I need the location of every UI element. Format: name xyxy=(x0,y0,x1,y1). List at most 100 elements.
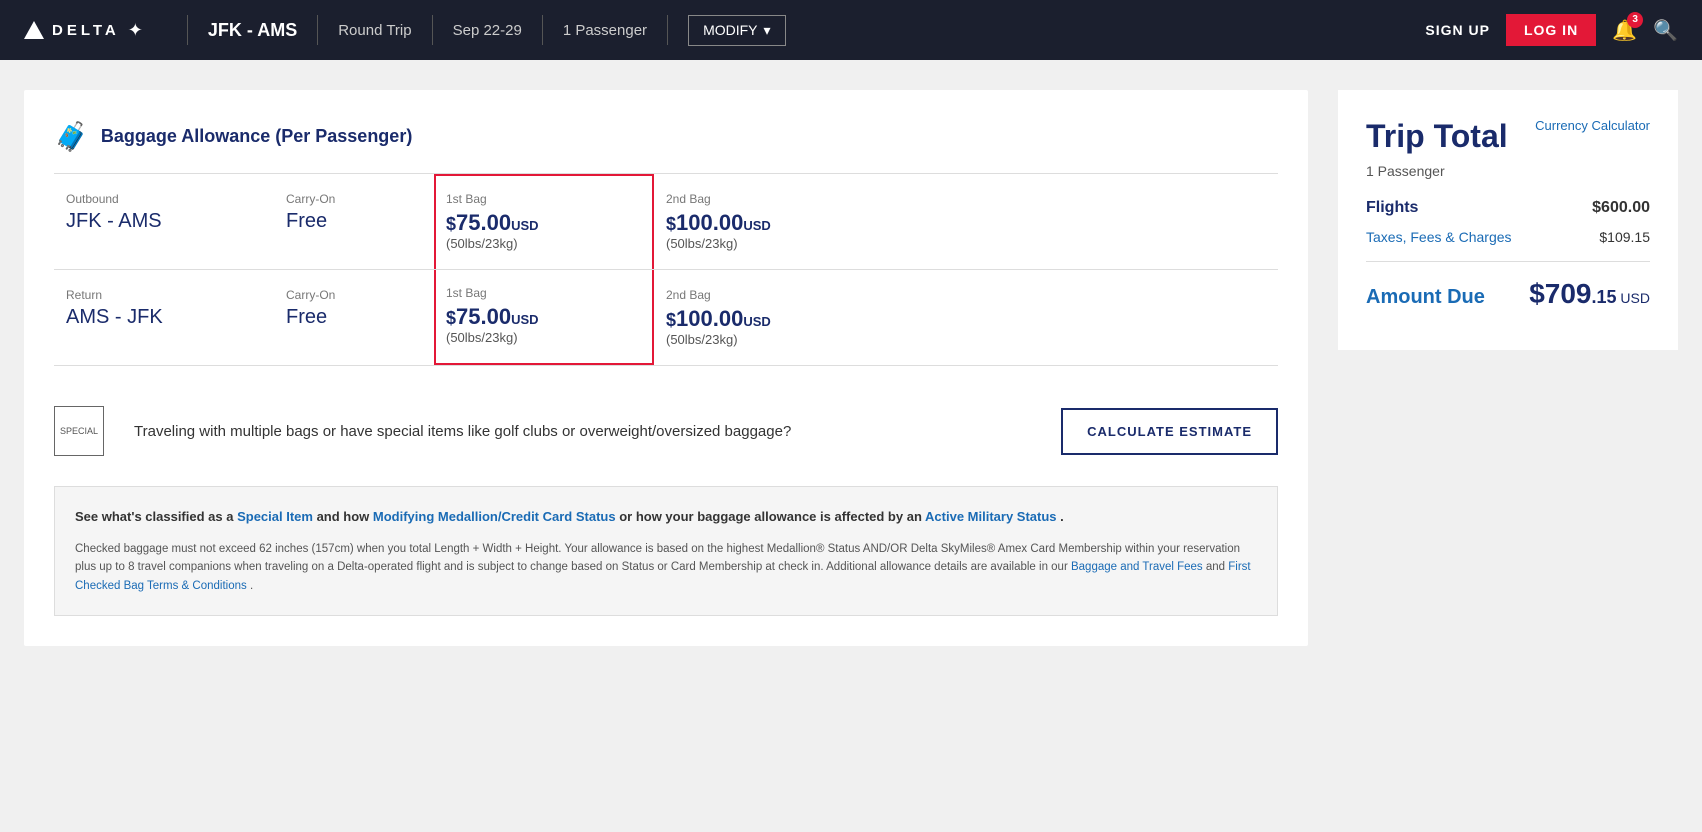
calculate-section: SPECIAL Traveling with multiple bags or … xyxy=(54,396,1278,456)
return-label: Return xyxy=(66,288,262,302)
amount-due-main: $709 xyxy=(1529,278,1591,309)
military-status-link[interactable]: Active Military Status xyxy=(925,509,1057,524)
return-route-name: AMS - JFK xyxy=(66,306,262,329)
info-box-body: Checked baggage must not exceed 62 inche… xyxy=(75,540,1257,595)
modify-button-label: MODIFY xyxy=(703,22,757,38)
price-main-r2: 100.00 xyxy=(676,306,743,331)
delta-logo[interactable]: DELTA ✦ xyxy=(24,20,143,41)
main-layout: 🧳 Baggage Allowance (Per Passenger) Outb… xyxy=(0,60,1702,676)
return-first-bag-price: $75.00USD xyxy=(446,304,642,330)
header-divider-3 xyxy=(432,15,433,45)
price-symbol-r: $ xyxy=(446,308,456,328)
trip-total-header: Trip Total Currency Calculator xyxy=(1366,118,1650,155)
trip-total-title: Trip Total xyxy=(1366,118,1508,155)
price-main-r: 75.00 xyxy=(456,304,511,329)
modify-chevron-icon: ▾ xyxy=(764,22,771,39)
return-row: Return AMS - JFK Carry-On Free 1st Bag $… xyxy=(54,270,1278,365)
search-icon[interactable]: 🔍 xyxy=(1653,18,1678,43)
fees-row: Taxes, Fees & Charges $109.15 xyxy=(1366,229,1650,245)
outbound-carryon-value: Free xyxy=(286,210,422,233)
amount-due-currency: USD xyxy=(1617,290,1650,306)
left-panel: 🧳 Baggage Allowance (Per Passenger) Outb… xyxy=(24,90,1308,646)
price-main: 75.00 xyxy=(456,210,511,235)
amount-due-cents: .15 xyxy=(1592,287,1617,307)
fees-value: $109.15 xyxy=(1599,229,1650,245)
header-trip-type: Round Trip xyxy=(338,22,411,39)
trip-total-box: Trip Total Currency Calculator 1 Passeng… xyxy=(1338,90,1678,350)
info-box-top: See what's classified as a Special Item … xyxy=(75,507,1257,528)
return-first-bag-cell: 1st Bag $75.00USD (50lbs/23kg) xyxy=(434,270,654,365)
delta-triangle-icon xyxy=(24,21,44,39)
header-divider-5 xyxy=(667,15,668,45)
trip-passengers: 1 Passenger xyxy=(1366,163,1650,179)
outbound-label: Outbound xyxy=(66,192,262,206)
return-second-bag-label: 2nd Bag xyxy=(666,288,862,302)
baggage-grid: Outbound JFK - AMS Carry-On Free 1st Bag… xyxy=(54,173,1278,366)
fees-label: Taxes, Fees & Charges xyxy=(1366,229,1512,245)
return-carryon-cell: Carry-On Free xyxy=(274,270,434,365)
modify-button[interactable]: MODIFY ▾ xyxy=(688,15,785,46)
return-second-bag-cell: 2nd Bag $100.00USD (50lbs/23kg) xyxy=(654,270,874,365)
flights-label: Flights xyxy=(1366,199,1418,217)
price-symbol: $ xyxy=(446,214,456,234)
currency-calculator-link[interactable]: Currency Calculator xyxy=(1535,118,1650,133)
logo-circle-icon: ✦ xyxy=(128,20,143,41)
price-usd-2: USD xyxy=(743,218,770,233)
header-route: JFK - AMS xyxy=(208,20,297,41)
header-divider-1 xyxy=(187,15,188,45)
outbound-row: Outbound JFK - AMS Carry-On Free 1st Bag… xyxy=(54,174,1278,270)
flights-value: $600.00 xyxy=(1592,199,1650,217)
header-divider-4 xyxy=(542,15,543,45)
amount-due-value: $709.15 USD xyxy=(1529,278,1650,310)
header-divider-2 xyxy=(317,15,318,45)
signup-button[interactable]: SIGN UP xyxy=(1425,22,1490,38)
return-route-cell: Return AMS - JFK xyxy=(54,270,274,365)
price-symbol-2: $ xyxy=(666,214,676,234)
right-panel: Trip Total Currency Calculator 1 Passeng… xyxy=(1338,90,1678,646)
header-passengers: 1 Passenger xyxy=(563,22,647,39)
calculate-estimate-button[interactable]: CALCULATE ESTIMATE xyxy=(1061,408,1278,455)
trip-divider xyxy=(1366,261,1650,262)
outbound-first-bag-weight: (50lbs/23kg) xyxy=(446,236,642,251)
return-carryon-label: Carry-On xyxy=(286,288,422,302)
return-carryon-value: Free xyxy=(286,306,422,329)
medallion-link[interactable]: Modifying Medallion/Credit Card Status xyxy=(373,509,616,524)
amount-due-label: Amount Due xyxy=(1366,286,1485,309)
special-item-link[interactable]: Special Item xyxy=(237,509,313,524)
return-second-bag-weight: (50lbs/23kg) xyxy=(666,332,862,347)
price-usd: USD xyxy=(511,218,538,233)
outbound-first-bag-price: $75.00USD xyxy=(446,210,642,236)
amount-due-row: Amount Due $709.15 USD xyxy=(1366,278,1650,310)
calculate-text: Traveling with multiple bags or have spe… xyxy=(134,423,1031,440)
main-header: DELTA ✦ JFK - AMS Round Trip Sep 22-29 1… xyxy=(0,0,1702,60)
outbound-route-cell: Outbound JFK - AMS xyxy=(54,174,274,269)
return-first-bag-weight: (50lbs/23kg) xyxy=(446,330,642,345)
price-usd-r2: USD xyxy=(743,314,770,329)
outbound-carryon-cell: Carry-On Free xyxy=(274,174,434,269)
return-first-bag-label: 1st Bag xyxy=(446,286,642,300)
logo-text: DELTA xyxy=(52,22,120,39)
info-box: See what's classified as a Special Item … xyxy=(54,486,1278,616)
flights-row: Flights $600.00 xyxy=(1366,199,1650,217)
baggage-title-row: 🧳 Baggage Allowance (Per Passenger) xyxy=(54,120,1278,153)
notification-button[interactable]: 🔔 3 xyxy=(1612,18,1637,43)
price-usd-r: USD xyxy=(511,312,538,327)
price-main-2: 100.00 xyxy=(676,210,743,235)
outbound-second-bag-cell: 2nd Bag $100.00USD (50lbs/23kg) xyxy=(654,174,874,269)
baggage-fees-link[interactable]: Baggage and Travel Fees xyxy=(1071,561,1203,573)
outbound-second-bag-weight: (50lbs/23kg) xyxy=(666,236,862,251)
login-button[interactable]: LOG IN xyxy=(1506,14,1596,46)
special-baggage-icon: SPECIAL xyxy=(54,406,104,456)
header-right-actions: SIGN UP LOG IN 🔔 3 🔍 xyxy=(1425,14,1678,46)
outbound-route-name: JFK - AMS xyxy=(66,210,262,233)
outbound-carryon-label: Carry-On xyxy=(286,192,422,206)
baggage-title: Baggage Allowance (Per Passenger) xyxy=(101,126,412,147)
outbound-second-bag-label: 2nd Bag xyxy=(666,192,862,206)
header-dates: Sep 22-29 xyxy=(453,22,522,39)
return-second-bag-price: $100.00USD xyxy=(666,306,862,332)
notification-badge: 3 xyxy=(1627,12,1643,28)
outbound-first-bag-label: 1st Bag xyxy=(446,192,642,206)
outbound-second-bag-price: $100.00USD xyxy=(666,210,862,236)
price-symbol-r2: $ xyxy=(666,310,676,330)
baggage-icon: 🧳 xyxy=(54,120,89,153)
